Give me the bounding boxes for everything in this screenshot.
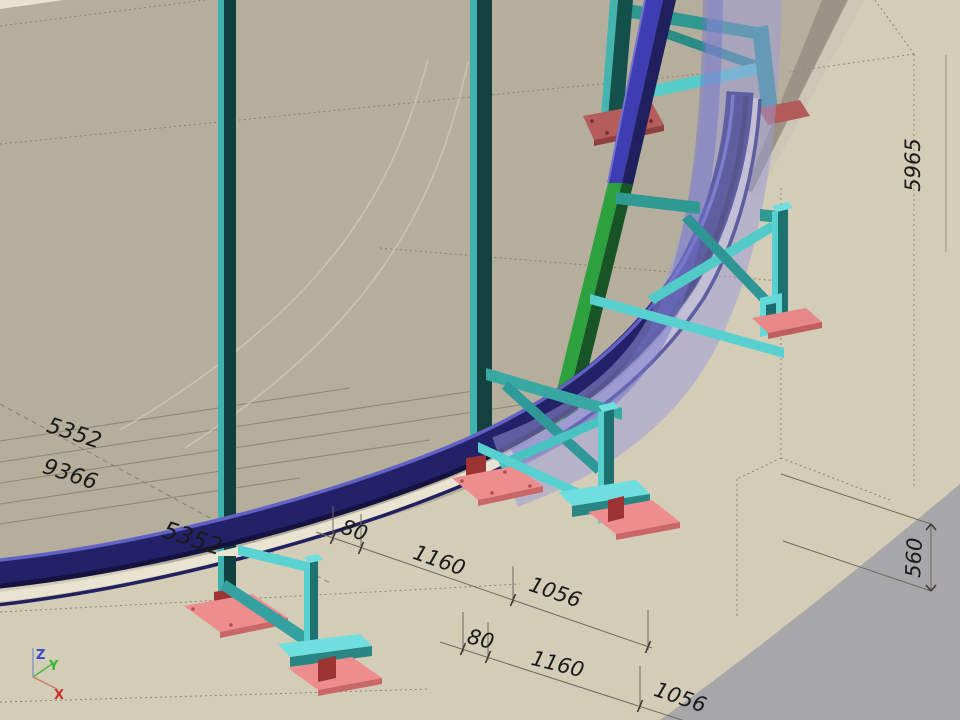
axis-z-label: Z — [36, 648, 45, 663]
f1-stub[interactable] — [318, 656, 336, 682]
dim-label-right-offset[interactable]: 560 — [901, 537, 927, 578]
axis-x-label: X — [54, 688, 64, 703]
f2-stub[interactable] — [608, 496, 624, 522]
axis-y-label: Y — [48, 659, 59, 674]
column-a-light-face[interactable] — [218, 0, 224, 556]
column-b-light-face[interactable] — [470, 0, 477, 450]
column-b-dark-face[interactable] — [477, 0, 492, 450]
cad-viewport[interactable]: 5352 9366 5352 80 1160 1056 80 1160 1056… — [0, 0, 960, 720]
dim-label-right-height[interactable]: 5965 — [901, 138, 925, 191]
column-a-dark-face[interactable] — [224, 0, 236, 556]
